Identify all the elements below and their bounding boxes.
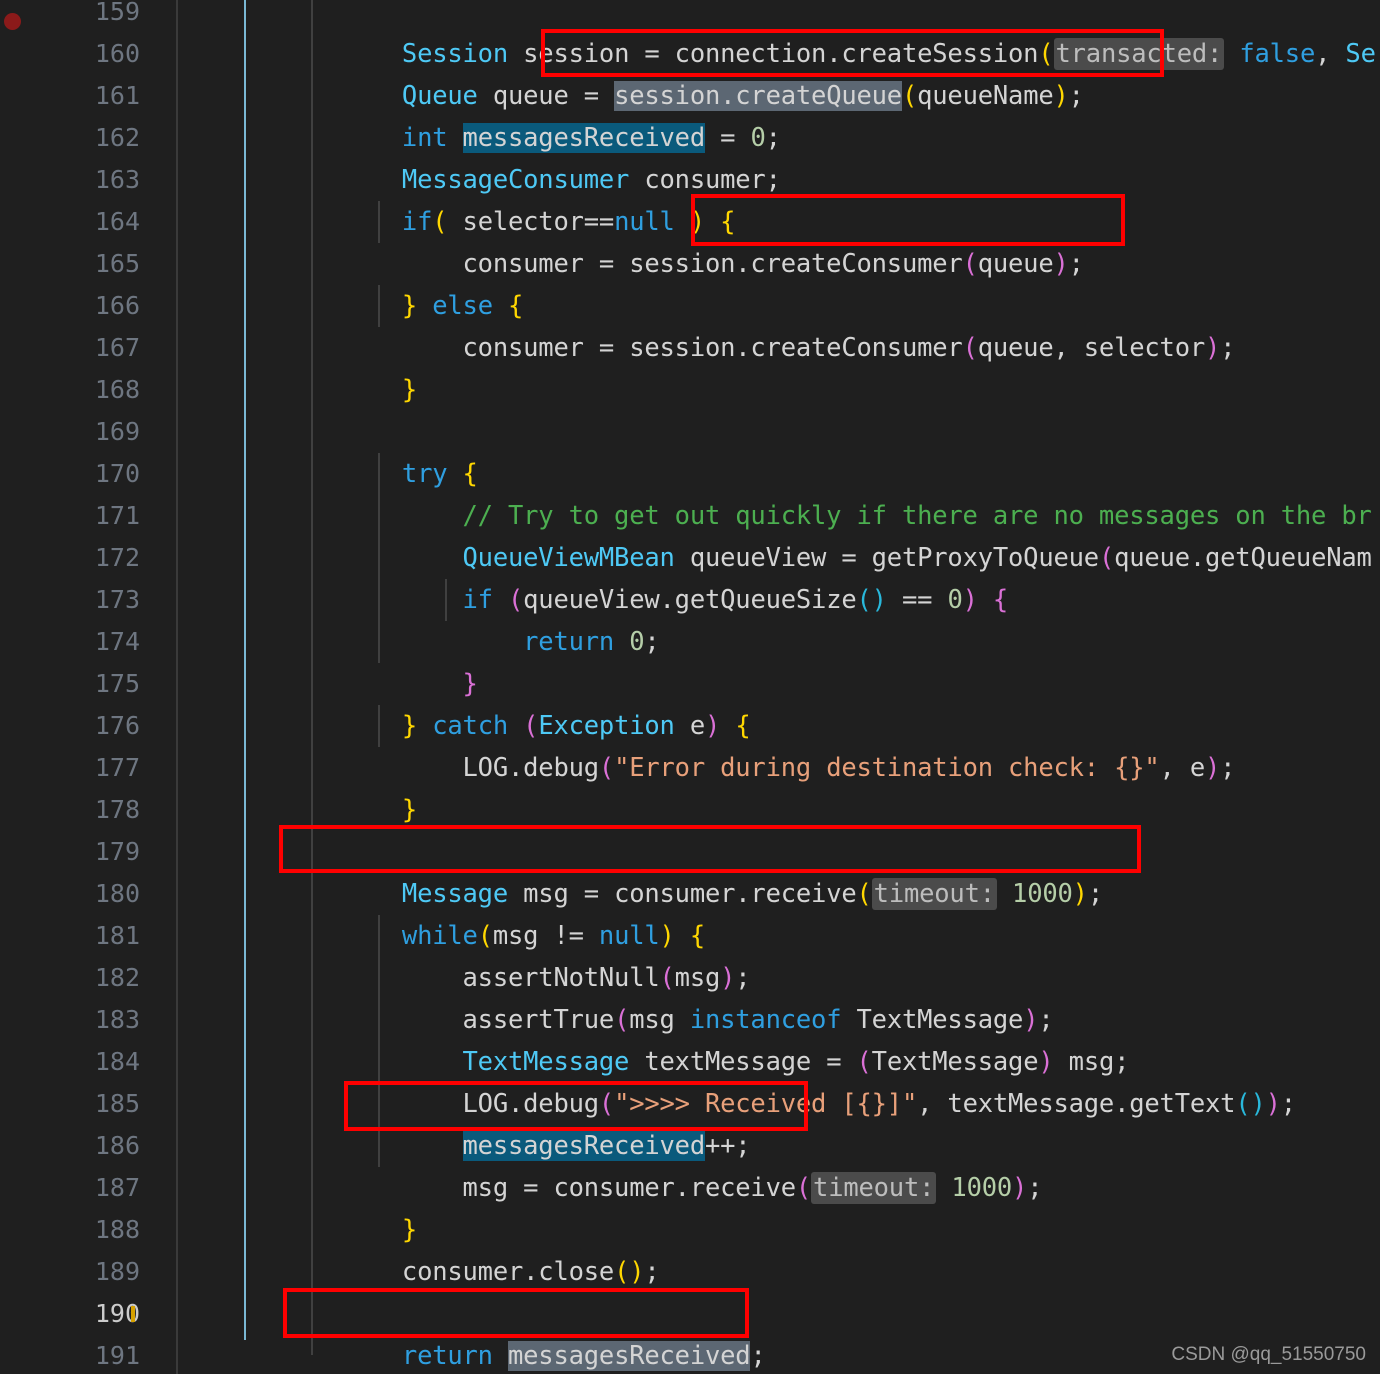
code-editor[interactable]: 159 160 161 162 163 164 165 166 167 168 … xyxy=(0,0,1380,1374)
code-line-163[interactable]: if( selector==null ) { xyxy=(311,159,736,237)
code-line-174[interactable]: } xyxy=(311,621,478,699)
code-line-165[interactable]: } else { xyxy=(311,243,523,321)
code-line-161[interactable]: int messagesReceived = 0; xyxy=(311,75,781,153)
code-line-191[interactable]: } finally { xyxy=(244,1335,502,1374)
code-line-159[interactable]: Session session = connection.createSessi… xyxy=(311,0,1376,70)
code-line-180[interactable]: while(msg != null) { xyxy=(311,873,705,951)
code-line-183[interactable]: TextMessage textMessage = (TextMessage) … xyxy=(311,999,1130,1077)
code-line-172[interactable]: if (queueView.getQueueSize() == 0) { xyxy=(311,537,1009,615)
code-line-178[interactable] xyxy=(311,789,326,831)
code-line-182[interactable]: assertTrue(msg instanceof TextMessage); xyxy=(311,957,1054,1035)
code-line-162[interactable]: MessageConsumer consumer; xyxy=(311,117,781,195)
code-line-175[interactable]: } catch (Exception e) { xyxy=(311,663,751,741)
code-line-166[interactable]: consumer = session.createConsumer(queue,… xyxy=(311,285,1236,363)
code-line-190[interactable]: return messagesReceived; xyxy=(311,1293,766,1371)
code-line-167[interactable]: } xyxy=(311,327,417,405)
code-line-181[interactable]: assertNotNull(msg); xyxy=(311,915,751,993)
code-content[interactable]: Session session = connection.createSessi… xyxy=(0,0,1380,1374)
code-line-187[interactable]: } xyxy=(311,1167,417,1245)
code-line-186[interactable]: msg = consumer.receive(timeout: 1000); xyxy=(311,1125,1043,1204)
code-line-168[interactable] xyxy=(311,369,326,411)
code-line-176[interactable]: LOG.debug("Error during destination chec… xyxy=(311,705,1236,783)
code-line-188[interactable]: consumer.close(); xyxy=(311,1209,660,1287)
code-line-169[interactable]: try { xyxy=(311,411,478,489)
code-line-179[interactable]: Message msg = consumer.receive(timeout: … xyxy=(311,831,1103,910)
code-line-160[interactable]: Queue queue = session.createQueue(queueN… xyxy=(311,33,1084,111)
code-line-189[interactable] xyxy=(311,1251,326,1293)
watermark-text: CSDN @qq_51550750 xyxy=(1171,1344,1366,1365)
code-line-184[interactable]: LOG.debug(">>>> Received [{}]", textMess… xyxy=(311,1041,1297,1119)
code-line-185[interactable]: messagesReceived++; xyxy=(311,1083,751,1161)
code-line-164[interactable]: consumer = session.createConsumer(queue)… xyxy=(311,201,1084,279)
code-line-170[interactable]: // Try to get out quickly if there are n… xyxy=(311,453,1372,531)
code-line-177[interactable]: } xyxy=(311,747,417,825)
code-line-173[interactable]: return 0; xyxy=(311,579,660,657)
code-line-171[interactable]: QueueViewMBean queueView = getProxyToQue… xyxy=(311,495,1372,573)
